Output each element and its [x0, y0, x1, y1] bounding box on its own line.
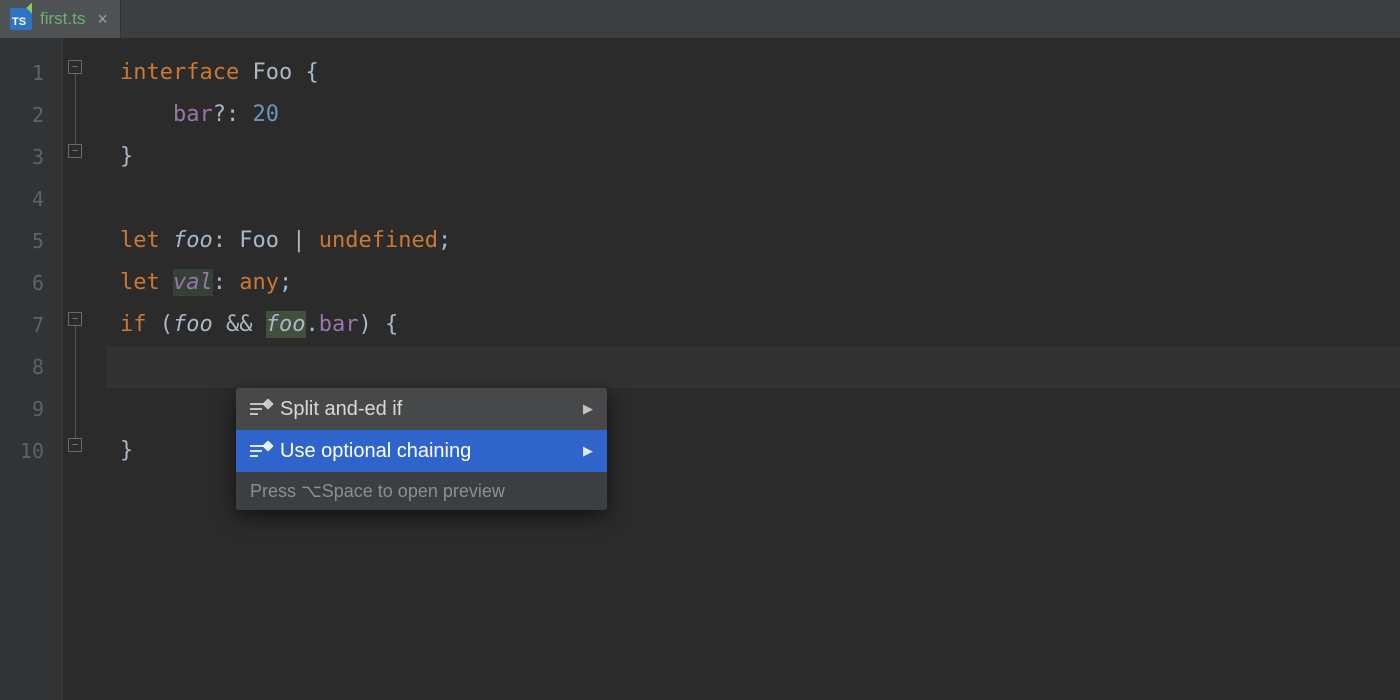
variable: foo: [266, 311, 306, 338]
close-tab-icon[interactable]: ×: [93, 10, 108, 28]
keyword: interface: [120, 60, 239, 85]
punct: ;: [438, 228, 451, 253]
type-name: Foo: [252, 60, 292, 85]
property: bar: [173, 102, 213, 127]
code-line[interactable]: [106, 178, 1400, 220]
typescript-file-icon: TS: [10, 8, 32, 30]
punct: {: [305, 60, 318, 85]
code-line-active[interactable]: val = foo.bar: [106, 346, 1400, 388]
code-line[interactable]: interface Foo {: [106, 52, 1400, 94]
line-number: 6: [0, 262, 62, 304]
type: any: [239, 270, 279, 295]
punct: {: [385, 312, 398, 337]
intention-bulb-icon[interactable]: [146, 354, 166, 380]
popup-hint-text: Press ⌥Space to open preview: [250, 481, 505, 502]
code-line[interactable]: let val: any;: [106, 262, 1400, 304]
line-number: 9: [0, 388, 62, 430]
fold-toggle-icon[interactable]: −: [68, 60, 82, 74]
fold-guide: [75, 316, 76, 446]
code-line[interactable]: let foo: Foo | undefined;: [106, 220, 1400, 262]
ts-icon-label: TS: [12, 16, 26, 28]
variable: foo: [173, 312, 213, 337]
intention-actions-popup: Split and-ed if ▶ Use optional chaining …: [236, 388, 607, 510]
file-icon-fold: [26, 2, 37, 13]
line-number: 4: [0, 178, 62, 220]
popup-hint: Press ⌥Space to open preview: [236, 472, 607, 510]
keyword: undefined: [319, 228, 438, 253]
punct: &&: [226, 312, 253, 337]
tab-filename: first.ts: [40, 9, 85, 29]
punct: .: [306, 312, 319, 337]
type: Foo: [239, 228, 279, 253]
punct: (: [160, 312, 173, 337]
intention-action-optional-chaining[interactable]: Use optional chaining ▶: [236, 430, 607, 472]
line-number-gutter: 1 2 3 4 5 6 7 8 9 10: [0, 38, 62, 700]
punct: :: [213, 270, 226, 295]
line-number: 8: [0, 346, 62, 388]
punct: |: [292, 228, 305, 253]
code-line[interactable]: if (foo && foo.bar) {: [106, 304, 1400, 346]
intention-action-icon: [250, 403, 268, 415]
punct: }: [120, 438, 133, 463]
keyword: let: [120, 228, 160, 253]
intention-action-label: Use optional chaining: [280, 440, 471, 463]
editor-tab-first-ts[interactable]: TS first.ts ×: [0, 0, 121, 38]
code-line[interactable]: }: [106, 136, 1400, 178]
editor: 1 2 3 4 5 6 7 8 9 10 − − − − interface F…: [0, 38, 1400, 700]
line-number: 10: [0, 430, 62, 472]
intention-action-label: Split and-ed if: [280, 398, 402, 421]
fold-gutter: − − − −: [62, 38, 106, 700]
submenu-arrow-icon: ▶: [583, 443, 593, 459]
fold-guide: [75, 64, 76, 152]
intention-action-split-if[interactable]: Split and-ed if ▶: [236, 388, 607, 430]
punct: :: [213, 228, 226, 253]
fold-toggle-icon[interactable]: −: [68, 312, 82, 326]
line-number: 1: [0, 52, 62, 94]
tab-bar: TS first.ts ×: [0, 0, 1400, 38]
fold-end-icon[interactable]: −: [68, 438, 82, 452]
property: bar: [319, 312, 359, 337]
line-number: 3: [0, 136, 62, 178]
punct: }: [120, 144, 133, 169]
keyword: if: [120, 312, 147, 337]
punct: ): [359, 312, 372, 337]
variable: foo: [173, 228, 213, 253]
punct: ;: [279, 270, 292, 295]
line-number: 2: [0, 94, 62, 136]
submenu-arrow-icon: ▶: [583, 401, 593, 417]
code-area[interactable]: interface Foo { bar?: 20 } let foo: Foo …: [106, 38, 1400, 700]
intention-action-icon: [250, 445, 268, 457]
line-number: 7: [0, 304, 62, 346]
variable: val: [173, 269, 213, 296]
code-line[interactable]: bar?: 20: [106, 94, 1400, 136]
keyword: let: [120, 270, 160, 295]
number: 20: [252, 102, 279, 127]
line-number: 5: [0, 220, 62, 262]
punct: ?:: [213, 102, 240, 127]
fold-end-icon[interactable]: −: [68, 144, 82, 158]
